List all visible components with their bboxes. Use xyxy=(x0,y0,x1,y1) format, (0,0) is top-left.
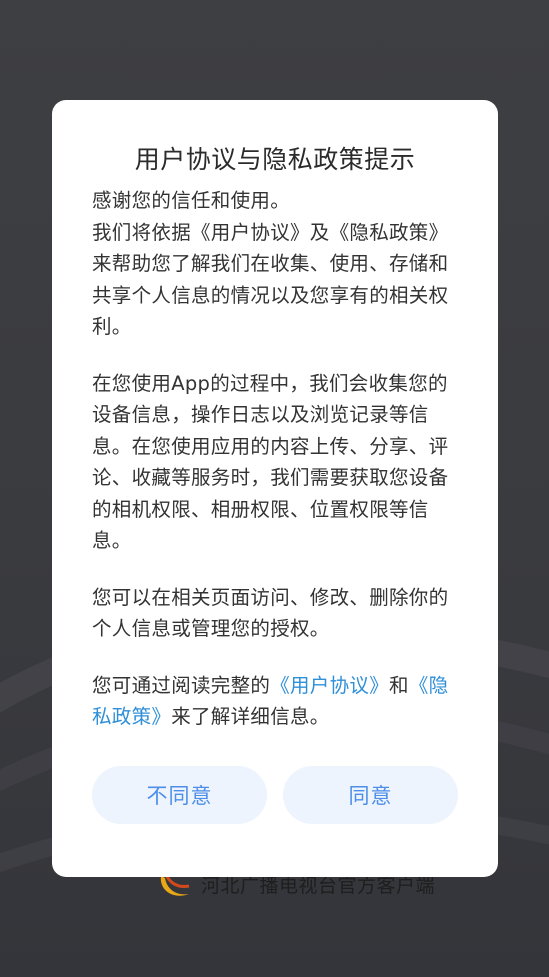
read-more-prefix: 您可通过阅读完整的 xyxy=(92,673,271,697)
thanks-text: 感谢您的信任和使用。 xyxy=(92,189,291,212)
agree-button[interactable]: 同意 xyxy=(283,766,458,824)
intro-text: 我们将依据《用户协议》及《隐私政策》来帮助您了解我们在收集、使用、存储和共享个人… xyxy=(92,220,449,339)
intro-paragraph: 感谢您的信任和使用。 我们将依据《用户协议》及《隐私政策》来帮助您了解我们在收集… xyxy=(92,185,458,343)
read-more-suffix: 来了解详细信息。 xyxy=(171,705,330,728)
data-collection-paragraph: 在您使用App的过程中，我们会收集您的设备信息，操作日志以及浏览记录等信息。在您… xyxy=(92,371,449,553)
dialog-buttons: 不同意 同意 xyxy=(92,766,458,824)
privacy-dialog: 用户协议与隐私政策提示 感谢您的信任和使用。 我们将依据《用户协议》及《隐私政策… xyxy=(52,100,498,877)
dialog-title: 用户协议与隐私政策提示 xyxy=(134,145,416,174)
user-agreement-link[interactable]: 《用户协议》 xyxy=(270,674,389,697)
dialog-body: 感谢您的信任和使用。 我们将依据《用户协议》及《隐私政策》来帮助您了解我们在收集… xyxy=(92,185,458,733)
read-more-paragraph: 您可通过阅读完整的《用户协议》和《隐私政策》来了解详细信息。 xyxy=(92,670,458,733)
read-more-and: 和 xyxy=(389,673,409,697)
disagree-button[interactable]: 不同意 xyxy=(92,766,267,824)
rights-paragraph: 您可以在相关页面访问、修改、删除你的个人信息或管理您的授权。 xyxy=(92,585,449,641)
app-screen: 河北广播电视台官方客户端 用户协议与隐私政策提示 感谢您的信任和使用。 我们将依… xyxy=(0,0,549,977)
